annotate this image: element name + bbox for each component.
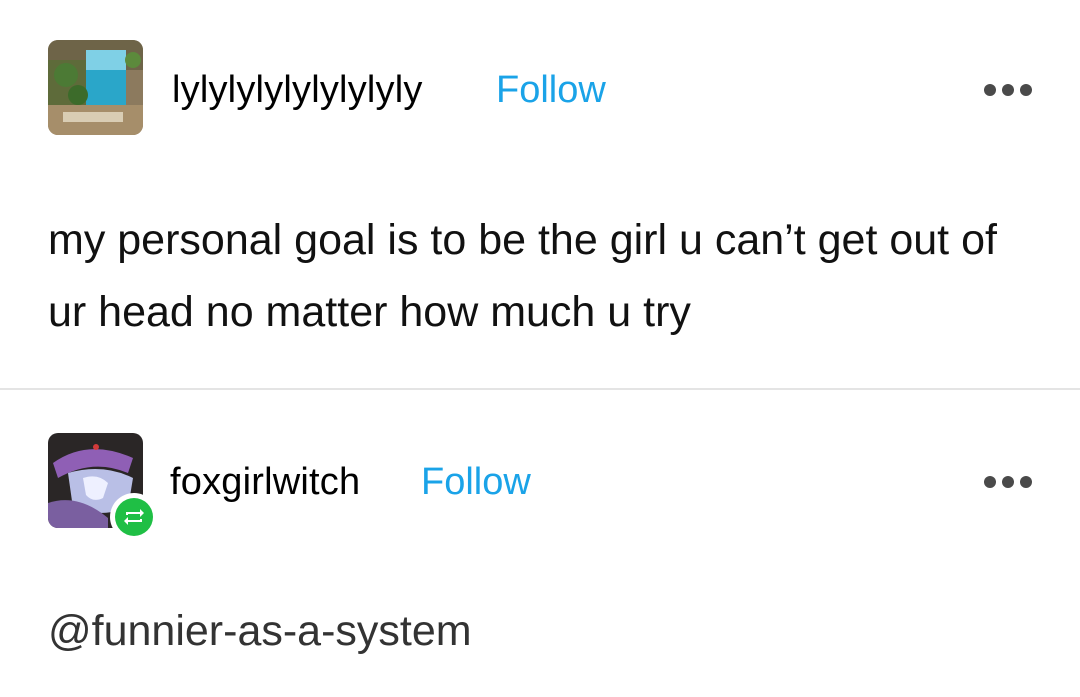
post-body: @funnier-as-a-system — [48, 607, 472, 655]
dot — [1002, 476, 1014, 488]
post-body: my personal goal is to be the girl u can… — [48, 216, 997, 336]
follow-button[interactable]: Follow — [496, 69, 606, 112]
username[interactable]: foxgirlwitch — [170, 461, 360, 504]
more-horizontal-icon[interactable] — [984, 83, 1032, 97]
avatar-image — [48, 40, 143, 135]
more-horizontal-icon[interactable] — [984, 475, 1032, 489]
dot — [984, 84, 996, 96]
reblog-icon — [115, 498, 153, 536]
dot — [984, 476, 996, 488]
post-reblog: foxgirlwitch Follow @funnier-as-a-system — [0, 390, 1080, 697]
avatar[interactable] — [48, 40, 143, 135]
dot — [1020, 84, 1032, 96]
username[interactable]: lylylylylylylylyly — [172, 69, 423, 112]
reblog-badge — [110, 493, 158, 541]
dot — [1020, 476, 1032, 488]
dot — [1002, 84, 1014, 96]
follow-button[interactable]: Follow — [421, 461, 531, 504]
post-original: lylylylylylylylyly Follow my personal go… — [0, 0, 1080, 388]
